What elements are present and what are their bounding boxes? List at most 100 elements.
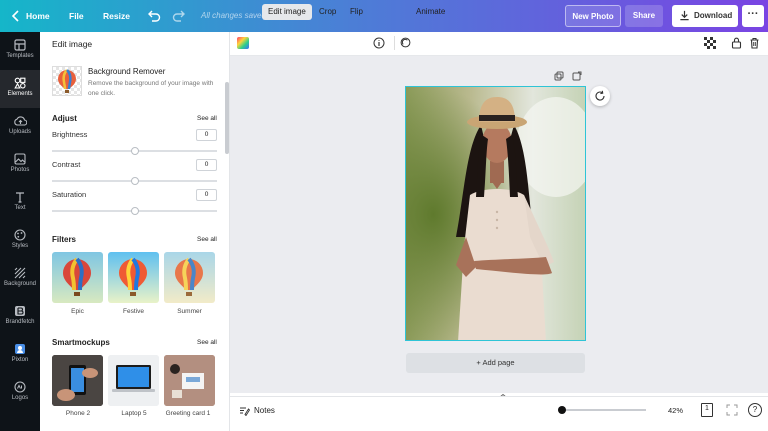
- mockup-label-laptop: Laptop 5: [121, 410, 147, 417]
- add-page-icon[interactable]: [572, 71, 582, 81]
- styles-icon: [14, 229, 26, 241]
- edit-image-button[interactable]: Edit image: [262, 4, 312, 20]
- download-label: Download: [694, 11, 733, 20]
- saturation-slider-knob[interactable]: [131, 207, 139, 215]
- laptop-mockup-icon: [108, 355, 159, 406]
- mockup-label-greeting-card: Greeting card 1: [165, 410, 211, 417]
- photo-element[interactable]: [405, 86, 586, 341]
- context-toolbar: [230, 32, 768, 56]
- crop-button[interactable]: Crop: [319, 4, 336, 20]
- panel-scrollbar[interactable]: [225, 82, 229, 154]
- woman-portrait-image: [406, 87, 585, 340]
- trash-icon[interactable]: [749, 37, 760, 49]
- rail-label-logos: Logos: [11, 395, 29, 401]
- filter-label-festive: Festive: [123, 308, 144, 315]
- notes-icon: [240, 407, 250, 416]
- home-button[interactable]: Home: [26, 0, 50, 32]
- brandfetch-icon: [15, 306, 25, 316]
- help-button[interactable]: ?: [748, 403, 762, 417]
- rail-item-styles[interactable]: Styles: [0, 222, 40, 260]
- rail-label-templates: Templates: [6, 53, 34, 59]
- elements-icon: [14, 77, 26, 89]
- rail-label-background: Background: [3, 281, 37, 287]
- file-menu[interactable]: File: [69, 0, 84, 32]
- page-count: 1: [705, 405, 709, 412]
- mockup-thumb-greeting-card[interactable]: [164, 355, 215, 406]
- transparency-icon[interactable]: [704, 37, 716, 49]
- background-remover-description: Remove the background of your image with…: [88, 80, 214, 97]
- rail-item-uploads[interactable]: Uploads: [0, 108, 40, 146]
- filters-see-all-link[interactable]: See all: [197, 236, 217, 243]
- brightness-slider-knob[interactable]: [131, 147, 139, 155]
- rail-item-pixton[interactable]: Pixton: [0, 336, 40, 374]
- undo-icon[interactable]: [146, 8, 162, 24]
- background-remover-title[interactable]: Background Remover: [88, 67, 165, 76]
- more-options-button[interactable]: ···: [742, 5, 764, 27]
- saturation-value[interactable]: 0: [196, 189, 217, 201]
- rail-label-styles: Styles: [11, 243, 29, 249]
- contrast-slider-knob[interactable]: [131, 177, 139, 185]
- smartmockups-see-all-link[interactable]: See all: [197, 339, 217, 346]
- logos-icon: [14, 381, 26, 393]
- autosave-status: All changes saved: [201, 11, 266, 20]
- contrast-label: Contrast: [52, 160, 81, 169]
- redo-icon[interactable]: [171, 8, 187, 24]
- rail-item-text[interactable]: Text: [0, 184, 40, 222]
- mockup-thumb-phone[interactable]: [52, 355, 103, 406]
- photos-icon: [14, 153, 26, 165]
- mockup-thumb-laptop[interactable]: [108, 355, 159, 406]
- adjust-see-all-link[interactable]: See all: [197, 115, 217, 122]
- rail-label-text: Text: [14, 205, 26, 211]
- rail-label-pixton: Pixton: [11, 357, 29, 363]
- new-photo-button[interactable]: New Photo: [565, 5, 621, 27]
- zoom-slider-knob[interactable]: [558, 406, 566, 414]
- adjust-heading: Adjust: [52, 114, 77, 123]
- filters-heading: Filters: [52, 235, 77, 244]
- fullscreen-icon[interactable]: [726, 404, 738, 416]
- filter-thumb-epic[interactable]: [52, 252, 103, 303]
- chevron-left-icon[interactable]: [8, 8, 24, 24]
- left-rail: Templates Elements Uploads Photos Text S…: [0, 32, 40, 431]
- rail-item-elements[interactable]: Elements: [0, 70, 40, 108]
- phone-mockup-icon: [52, 355, 103, 406]
- balloon-icon: [175, 257, 203, 296]
- greeting-card-mockup-icon: [164, 355, 215, 406]
- toolbar-divider: [394, 36, 395, 50]
- lock-icon[interactable]: [731, 37, 742, 49]
- contrast-value[interactable]: 0: [196, 159, 217, 171]
- animate-button[interactable]: Animate: [416, 4, 445, 20]
- filter-label-epic: Epic: [71, 308, 84, 315]
- brightness-value[interactable]: 0: [196, 129, 217, 141]
- zoom-slider-track[interactable]: [558, 409, 646, 411]
- rail-item-photos[interactable]: Photos: [0, 146, 40, 184]
- rail-item-brandfetch[interactable]: Brandfetch: [0, 298, 40, 336]
- rotate-button[interactable]: [590, 86, 610, 106]
- duplicate-page-icon[interactable]: [554, 71, 564, 81]
- info-icon[interactable]: [373, 37, 385, 49]
- notes-button[interactable]: Notes: [254, 406, 275, 415]
- rotate-icon: [595, 90, 605, 101]
- mockup-label-phone: Phone 2: [65, 410, 91, 417]
- rail-label-brandfetch: Brandfetch: [5, 319, 35, 325]
- rail-item-logos[interactable]: Logos: [0, 374, 40, 412]
- balloon-icon: [63, 257, 91, 296]
- add-page-button[interactable]: + Add page: [406, 353, 585, 373]
- share-button[interactable]: Share: [625, 5, 663, 27]
- uploads-icon: [13, 116, 27, 126]
- text-icon: [16, 192, 24, 203]
- pixton-icon: [15, 344, 25, 354]
- flip-button[interactable]: Flip: [350, 4, 363, 20]
- rail-item-background[interactable]: Background: [0, 260, 40, 298]
- color-picker-icon[interactable]: [237, 37, 249, 49]
- download-button[interactable]: Download: [672, 5, 738, 27]
- resize-button[interactable]: Resize: [103, 0, 130, 32]
- page-count-button[interactable]: 1: [701, 403, 713, 417]
- background-remover-thumbnail[interactable]: [52, 66, 82, 96]
- filter-thumb-festive[interactable]: [108, 252, 159, 303]
- zoom-level[interactable]: 42%: [668, 406, 683, 415]
- rail-item-templates[interactable]: Templates: [0, 32, 40, 70]
- brightness-label: Brightness: [52, 130, 88, 139]
- balloon-icon: [58, 69, 76, 93]
- panel-title: Edit image: [52, 39, 93, 49]
- filter-thumb-summer[interactable]: [164, 252, 215, 303]
